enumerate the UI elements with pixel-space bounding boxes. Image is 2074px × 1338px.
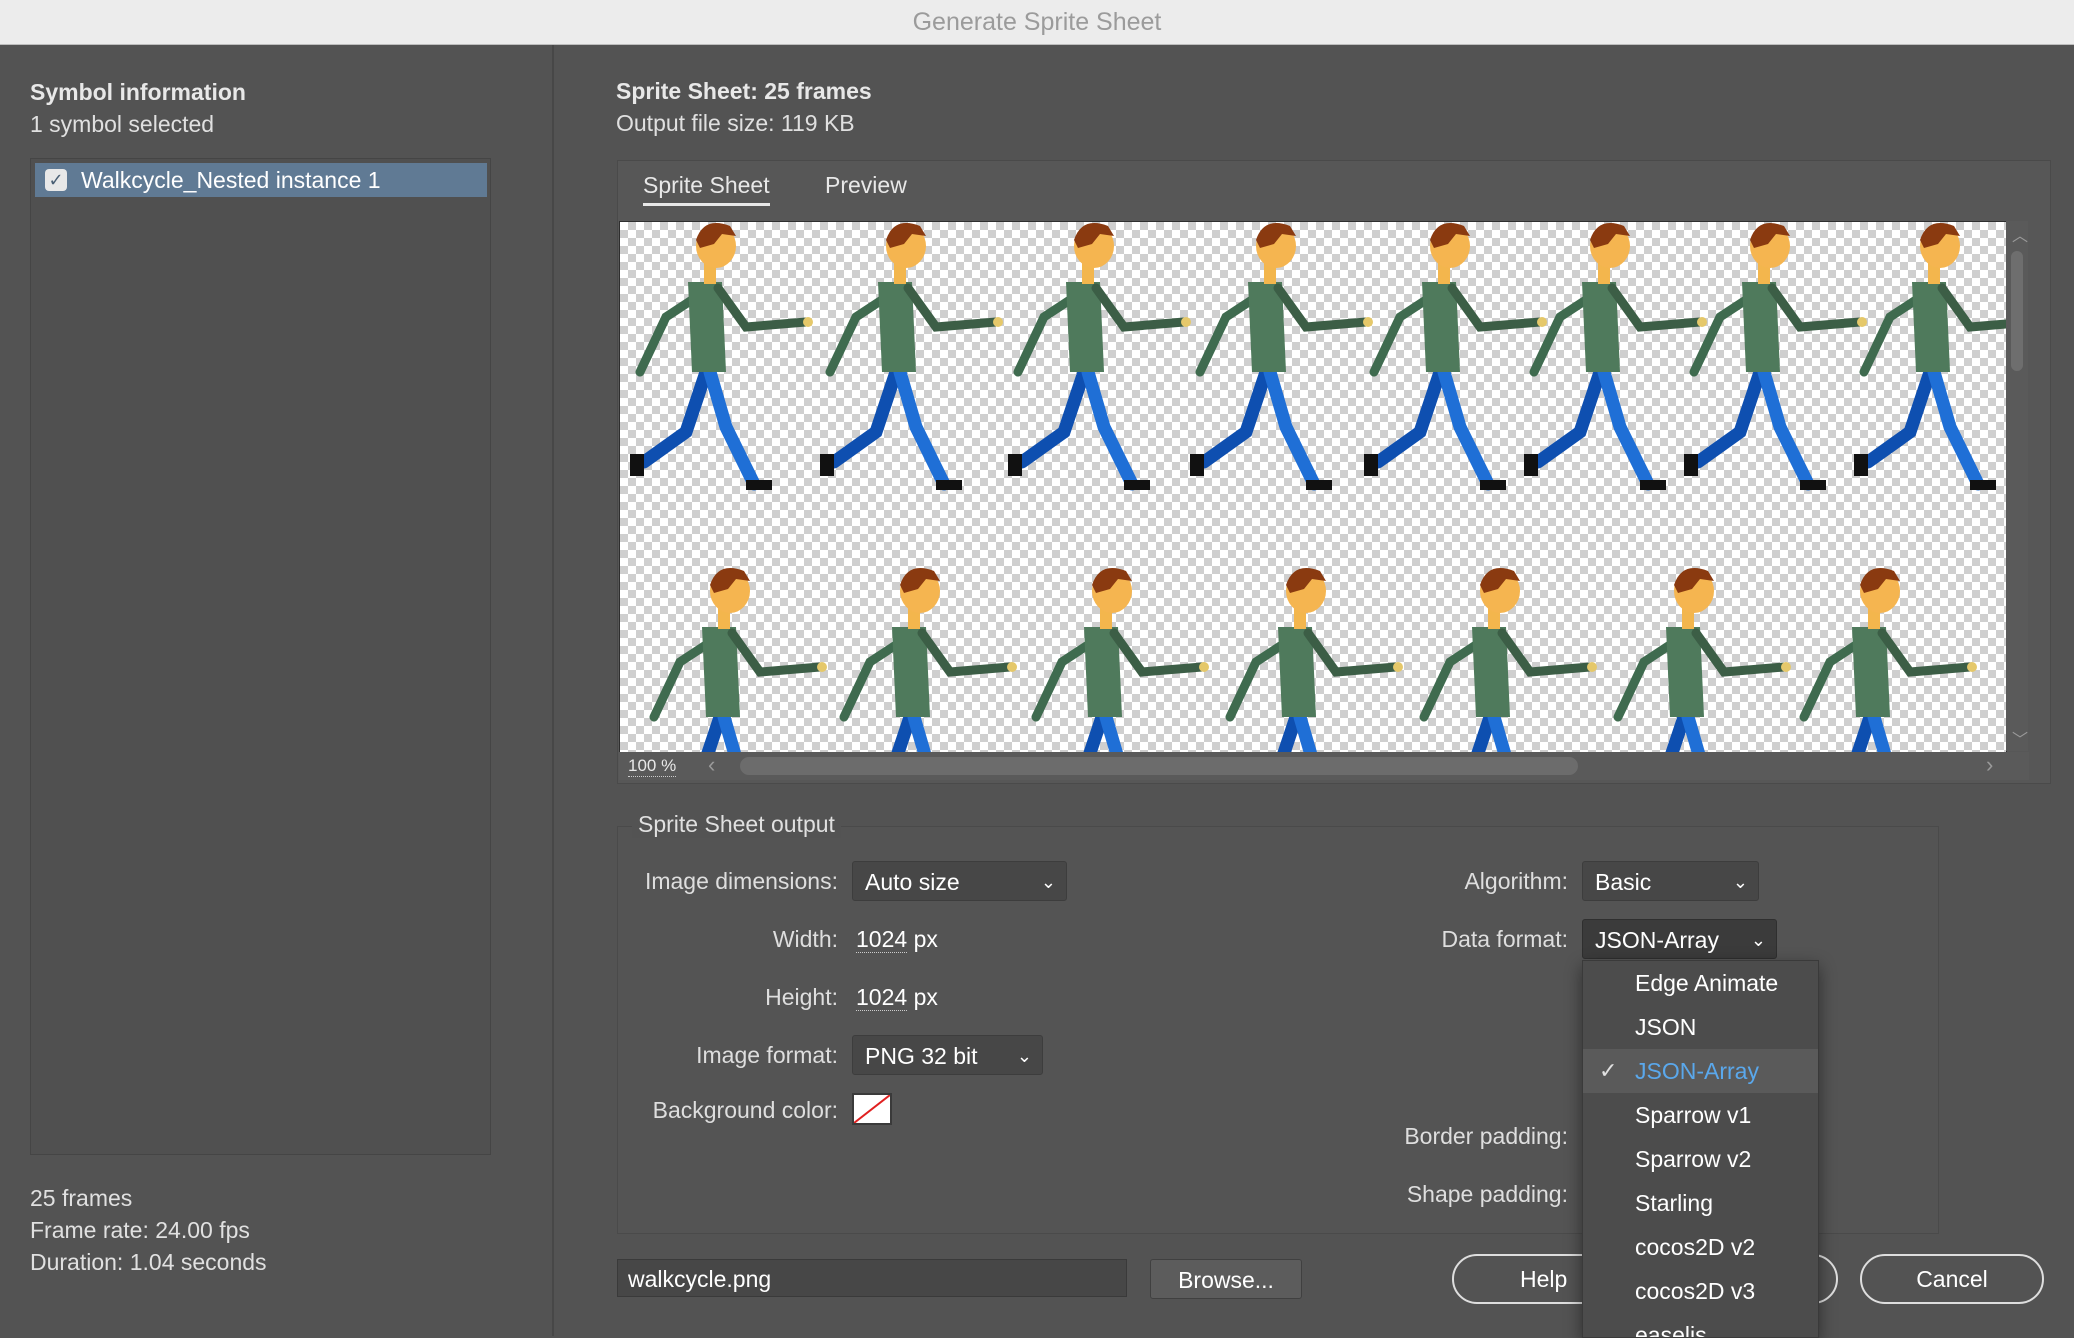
vertical-scrollbar[interactable] bbox=[2006, 221, 2028, 751]
menu-item-cocos2d-v2[interactable]: cocos2D v2 bbox=[1583, 1225, 1818, 1269]
algorithm-dropdown[interactable]: Basic ⌄ bbox=[1582, 861, 1759, 901]
tab-preview[interactable]: Preview bbox=[825, 172, 907, 199]
background-color-label: Background color: bbox=[652, 1097, 838, 1123]
symbol-count: 1 symbol selected bbox=[30, 111, 215, 137]
symbol-list-item[interactable]: ✓ Walkcycle_Nested instance 1 bbox=[35, 163, 487, 197]
image-dimensions-dropdown[interactable]: Auto size ⌄ bbox=[852, 861, 1067, 901]
image-dimensions-value: Auto size bbox=[865, 869, 960, 895]
height-label: Height: bbox=[765, 984, 838, 1010]
height-field[interactable]: 1024 px bbox=[856, 984, 938, 1011]
menu-item-json-array[interactable]: ✓ JSON-Array bbox=[1583, 1049, 1818, 1093]
sheet-heading: Sprite Sheet: 25 frames bbox=[616, 78, 872, 104]
symbol-label: Walkcycle_Nested instance 1 bbox=[81, 167, 381, 193]
data-format-value: JSON-Array bbox=[1595, 927, 1719, 953]
frame-rate: Frame rate: 24.00 fps bbox=[30, 1217, 250, 1243]
data-format-menu: Edge Animate JSON ✓ JSON-Array Sparrow v… bbox=[1582, 960, 1819, 1338]
width-value[interactable]: 1024 bbox=[856, 926, 908, 953]
algorithm-value: Basic bbox=[1595, 869, 1652, 895]
scroll-left-icon[interactable]: ‹ bbox=[708, 752, 715, 778]
menu-item-sparrow-v1[interactable]: Sparrow v1 bbox=[1583, 1093, 1818, 1137]
symbol-panel: Symbol information 1 symbol selected ✓ W… bbox=[0, 45, 554, 1336]
menu-item-label: JSON-Array bbox=[1635, 1058, 1759, 1084]
scroll-down-icon[interactable]: ﹀ bbox=[2012, 726, 2028, 750]
output-filename-input[interactable]: walkcycle.png bbox=[617, 1259, 1127, 1297]
width-field[interactable]: 1024 px bbox=[856, 926, 938, 953]
checkbox-icon[interactable]: ✓ bbox=[45, 169, 67, 191]
chevron-down-icon: ⌄ bbox=[1040, 872, 1056, 892]
output-file-size: Output file size: 119 KB bbox=[616, 110, 855, 136]
scroll-up-icon[interactable]: ︿ bbox=[2012, 222, 2028, 246]
sprite-sheet-image bbox=[620, 222, 2006, 752]
duration: Duration: 1.04 seconds bbox=[30, 1249, 267, 1275]
horizontal-scroll-thumb[interactable] bbox=[740, 757, 1578, 775]
no-color-icon bbox=[854, 1095, 890, 1123]
vertical-scroll-thumb[interactable] bbox=[2011, 251, 2023, 371]
image-dimensions-label: Image dimensions: bbox=[644, 868, 838, 894]
width-unit: px bbox=[913, 926, 938, 952]
scroll-right-icon[interactable]: › bbox=[1986, 752, 1993, 778]
data-format-label: Data format: bbox=[1441, 926, 1568, 952]
height-unit: px bbox=[913, 984, 938, 1010]
chevron-down-icon: ⌄ bbox=[1732, 872, 1748, 892]
window-title: Generate Sprite Sheet bbox=[0, 0, 2074, 45]
menu-item-json[interactable]: JSON bbox=[1583, 1005, 1818, 1049]
frame-count: 25 frames bbox=[30, 1185, 133, 1211]
menu-item-easeljs[interactable]: easelis bbox=[1583, 1313, 1818, 1337]
shape-padding-label: Shape padding: bbox=[1406, 1181, 1568, 1207]
image-format-dropdown[interactable]: PNG 32 bit ⌄ bbox=[852, 1035, 1043, 1075]
tab-sprite-sheet[interactable]: Sprite Sheet bbox=[643, 172, 770, 206]
cancel-button[interactable]: Cancel bbox=[1860, 1254, 2044, 1304]
menu-item-sparrow-v2[interactable]: Sparrow v2 bbox=[1583, 1137, 1818, 1181]
chevron-down-icon: ⌄ bbox=[1016, 1046, 1032, 1066]
image-format-label: Image format: bbox=[696, 1042, 838, 1068]
chevron-down-icon: ⌄ bbox=[1750, 930, 1766, 950]
browse-button[interactable]: Browse... bbox=[1150, 1259, 1302, 1299]
symbol-list: ✓ Walkcycle_Nested instance 1 bbox=[30, 158, 491, 1155]
checkmark-icon: ✓ bbox=[1599, 1058, 1618, 1083]
image-format-value: PNG 32 bit bbox=[865, 1043, 978, 1069]
border-padding-label: Border padding: bbox=[1404, 1123, 1568, 1149]
menu-item-cocos2d-v3[interactable]: cocos2D v3 bbox=[1583, 1269, 1818, 1313]
algorithm-label: Algorithm: bbox=[1464, 868, 1568, 894]
menu-item-edge-animate[interactable]: Edge Animate bbox=[1583, 961, 1818, 1005]
background-color-swatch[interactable] bbox=[852, 1093, 892, 1125]
help-label: Help bbox=[1520, 1266, 1568, 1292]
symbol-info-heading: Symbol information bbox=[30, 79, 246, 105]
sprite-sheet-canvas[interactable] bbox=[619, 221, 2007, 753]
data-format-dropdown[interactable]: JSON-Array ⌄ bbox=[1582, 919, 1777, 959]
width-label: Width: bbox=[772, 926, 838, 952]
menu-item-starling[interactable]: Starling bbox=[1583, 1181, 1818, 1225]
height-value[interactable]: 1024 bbox=[856, 984, 908, 1011]
zoom-level[interactable]: 100 % bbox=[628, 756, 677, 777]
output-settings-title: Sprite Sheet output bbox=[632, 811, 841, 838]
